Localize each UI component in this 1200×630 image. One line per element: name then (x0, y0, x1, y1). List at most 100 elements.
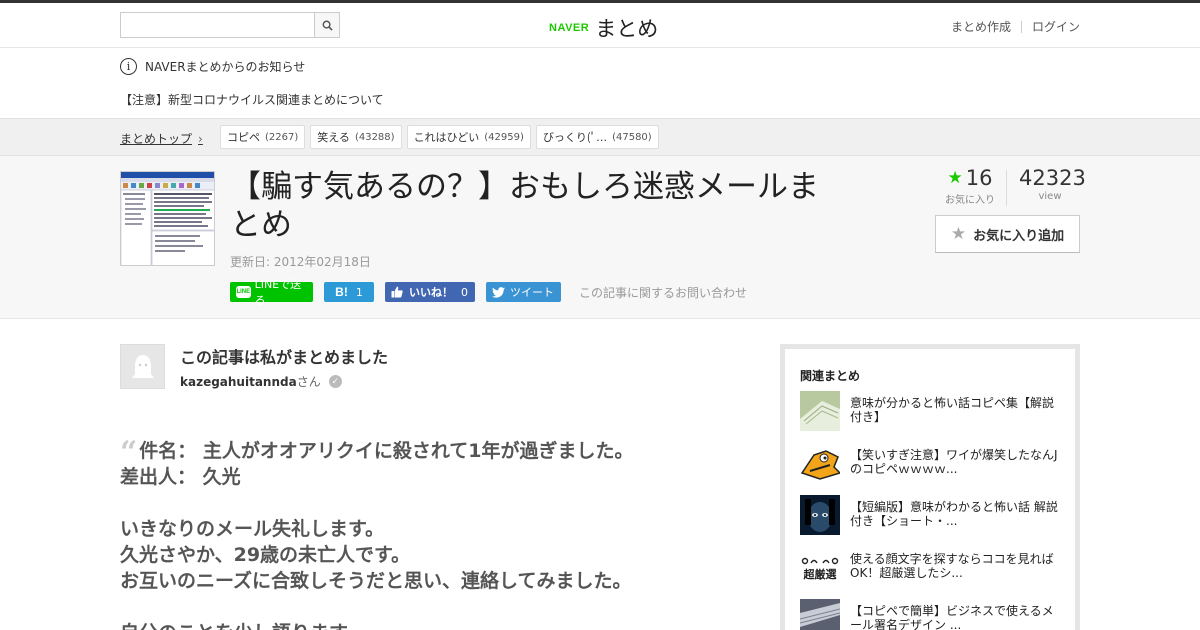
author-avatar[interactable] (120, 344, 165, 389)
favorites-label: お気に入り (945, 195, 995, 206)
logo-naver-text: NAVER (549, 22, 590, 34)
related-item[interactable]: 【笑いすぎ注意】ワイが爆笑したなんJのコピペｗｗｗｗ... (800, 443, 1065, 483)
twitter-tweet-button[interactable]: ツイート (486, 282, 561, 302)
tag-count: (42959) (484, 131, 524, 143)
related-thumbnail-text: 超厳選 (803, 567, 837, 581)
tag-label: 笑える (317, 131, 350, 144)
related-title: 使える顔文字を探すならココを見ればOK！超厳選したシ... (850, 552, 1054, 580)
keyboard-image (800, 599, 840, 630)
related-thumbnail (800, 391, 840, 431)
tag-korehahidoi[interactable]: これはひどい (42959) (406, 125, 531, 149)
chevron-right-icon: › (198, 131, 203, 146)
tag-label: これはひどい (413, 131, 480, 144)
view-label: view (1038, 191, 1062, 202)
cartoon-character-image (800, 443, 840, 483)
related-thumbnail (800, 495, 840, 535)
related-thumbnail: 超厳選 (800, 547, 840, 587)
related-title: 【短編版】意味がわかると怖い話 解説付き【ショート・... (850, 500, 1058, 528)
kaomoji-image (801, 557, 839, 564)
breadcrumb-home-link[interactable]: まとめトップ › (120, 130, 203, 147)
related-thumbnail (800, 599, 840, 630)
related-item[interactable]: 【コピペで簡単】ビジネスで使えるメール署名デザイン ... (800, 599, 1065, 630)
share-buttons: LINE LINEで送る B! 1 いいね！ 0 ツイート この記事に関するお問… (230, 278, 747, 307)
hatena-count: 1 (355, 285, 363, 299)
article-thumbnail (120, 171, 215, 266)
hatena-icon: B! (335, 285, 348, 299)
quote-line: 差出人： 久光 (120, 466, 241, 488)
quote-line: “件名： 主人がオオアリクイに殺されて1年が過ぎました。 (120, 435, 634, 470)
favorites-count: 16 (965, 166, 993, 190)
tweet-label: ツイート (510, 286, 554, 299)
counter-divider (1006, 170, 1007, 206)
view-counter: 42323 view (1019, 166, 1086, 202)
related-thumbnail (800, 443, 840, 483)
facebook-like-button[interactable]: いいね！ 0 (385, 282, 475, 302)
quote-line: お互いのニーズに合致しそうだと思い、連絡してみました。 (120, 570, 632, 592)
top-bar: NAVER まとめ まとめ作成 ログイン (0, 0, 1200, 48)
tag-copipe[interactable]: コピペ (2267) (220, 125, 306, 149)
updated-date: 更新日: 2012年02月18日 (230, 255, 371, 269)
contact-link[interactable]: この記事に関するお問い合わせ (579, 284, 747, 301)
default-user-icon (131, 354, 154, 378)
add-favorite-button[interactable]: ★ お気に入り追加 (935, 215, 1080, 253)
login-link[interactable]: ログイン (1032, 18, 1080, 35)
line-icon: LINE (236, 286, 251, 298)
top-links: まとめ作成 ログイン (951, 18, 1080, 35)
search-icon (322, 20, 333, 31)
tag-count: (43288) (354, 131, 395, 143)
info-icon: i (120, 58, 137, 75)
search-box (120, 12, 340, 38)
create-matome-link[interactable]: まとめ作成 (951, 18, 1011, 35)
related-item[interactable]: 意味が分かると怖い話コピペ集【解説付き】 (800, 391, 1065, 431)
facebook-like-count: 0 (461, 285, 468, 299)
related-title: 【コピペで簡単】ビジネスで使えるメール署名デザイン ... (850, 604, 1054, 630)
article-header: 【騙す気あるの？】おもしろ迷惑メールまとめ 更新日: 2012年02月18日 L… (0, 156, 1200, 319)
related-matome-sidebar: 関連まとめ 意味が分かると怖い話コピペ集【解説付き】 【笑いすぎ注意】ワイが爆笑… (780, 344, 1080, 630)
facebook-like-label: いいね！ (409, 286, 453, 299)
tag-label: びっくり(ﾟ… (542, 131, 608, 144)
email-client-screenshot-image (121, 172, 214, 265)
quote-line: 自分のことを少し語ります。 (120, 620, 750, 630)
naver-matome-logo[interactable]: NAVER まとめ (549, 13, 658, 43)
sidebar-title: 関連まとめ (800, 369, 861, 383)
star-outline-icon: ★ (950, 224, 967, 244)
verified-check-icon: ✓ (328, 375, 342, 388)
link-separator (1020, 20, 1022, 33)
tag-count: (47580) (612, 131, 652, 143)
open-book-image (800, 391, 840, 431)
breadcrumb-home-label: まとめトップ (120, 132, 193, 146)
star-icon: ★ (947, 168, 963, 188)
notice-header[interactable]: i NAVERまとめからのお知らせ (120, 58, 305, 75)
author-heading: この記事は私がまとめました (180, 348, 389, 367)
article-title: 【騙す気あるの？】おもしろ迷惑メールまとめ (230, 169, 819, 243)
quote-blank-line (120, 594, 750, 620)
author-name-row: kazegahuitannda さん ✓ (180, 373, 342, 390)
related-title: 意味が分かると怖い話コピペ集【解説付き】 (850, 396, 1055, 424)
category-tags: コピペ (2267) 笑える (43288) これはひどい (42959) びっ… (220, 125, 664, 149)
tag-count: (2267) (265, 131, 299, 143)
author-suffix: さん (296, 375, 321, 389)
author-name-link[interactable]: kazegahuitannda (180, 375, 297, 389)
quote-blank-line (120, 490, 750, 516)
related-item[interactable]: 【短編版】意味がわかると怖い話 解説付き【ショート・... (800, 495, 1065, 535)
search-input[interactable] (121, 13, 314, 37)
notice-title: NAVERまとめからのお知らせ (145, 60, 306, 74)
search-button[interactable] (314, 13, 339, 37)
favorites-counter: ★ 16 お気に入り (935, 166, 1005, 206)
quote-line: 久光さやか、29歳の未亡人です。 (120, 544, 411, 566)
related-title: 【笑いすぎ注意】ワイが爆笑したなんJのコピペｗｗｗｗ... (850, 448, 1058, 476)
tag-label: コピペ (227, 131, 260, 144)
line-share-label: LINEで送る (254, 278, 302, 307)
thumbs-up-icon (391, 286, 403, 298)
dark-face-image (800, 495, 840, 535)
quote-block: “件名： 主人がオオアリクイに殺されて1年が過ぎました。 差出人： 久光 いきな… (120, 438, 750, 630)
view-count: 42323 (1019, 166, 1086, 190)
hatena-bookmark-button[interactable]: B! 1 (324, 282, 374, 302)
related-item[interactable]: 超厳選 使える顔文字を探すならココを見ればOK！超厳選したシ... (800, 547, 1065, 587)
add-favorite-label: お気に入り追加 (973, 228, 1065, 244)
tag-waraeru[interactable]: 笑える (43288) (310, 125, 402, 149)
logo-matome-text: まとめ (595, 17, 659, 41)
line-share-button[interactable]: LINE LINEで送る (230, 278, 313, 307)
notice-item-link[interactable]: 【注意】新型コロナウイルス関連まとめについて (120, 91, 384, 108)
tag-bikkuri[interactable]: びっくり(ﾟ… (47580) (535, 125, 659, 149)
